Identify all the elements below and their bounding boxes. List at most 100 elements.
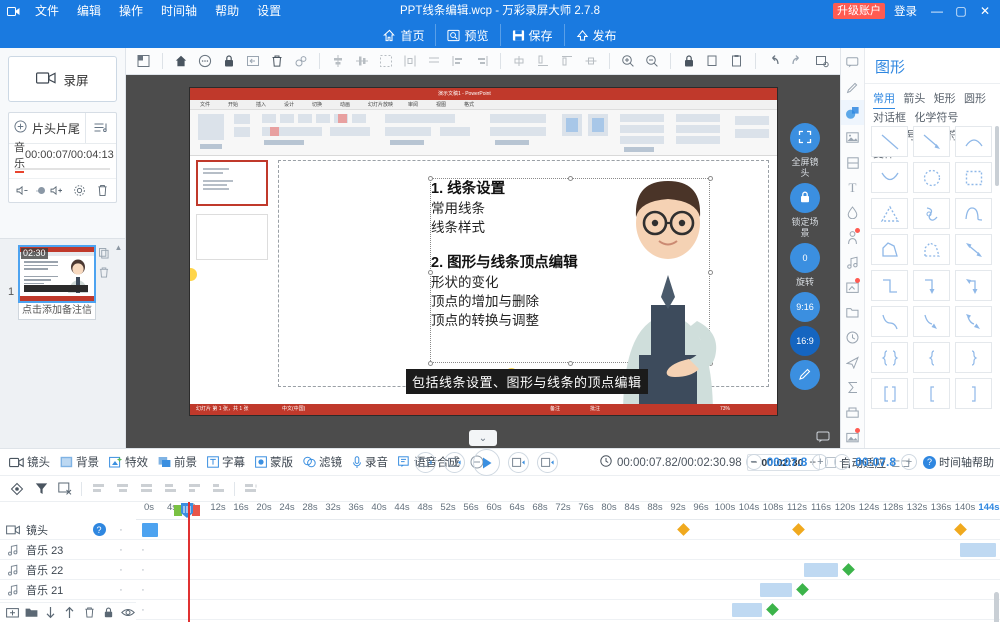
track-add-background[interactable]: 背景 — [55, 454, 104, 470]
edit-pen-button[interactable] — [790, 360, 820, 390]
shape-circle-dashed[interactable] — [913, 162, 950, 193]
tab-common[interactable]: 常用 — [873, 91, 895, 109]
filter-icon[interactable] — [29, 479, 53, 499]
keyframe[interactable] — [677, 523, 690, 536]
tab-chemistry[interactable]: 化学符号 — [914, 110, 958, 127]
distribute-list-icon[interactable] — [239, 479, 263, 499]
box-icon[interactable] — [841, 400, 864, 425]
align-list-5-icon[interactable] — [182, 479, 206, 499]
shape-arc-down[interactable] — [871, 162, 908, 193]
distribute-h-icon[interactable] — [579, 50, 603, 72]
shape-curve-double-arrow[interactable] — [955, 306, 992, 337]
align-right-icon[interactable] — [470, 50, 494, 72]
track-lane[interactable] — [136, 560, 1000, 579]
audio-clip[interactable] — [732, 603, 762, 617]
timeline-help-button[interactable]: ? 时间轴帮助 — [923, 454, 994, 470]
shape-brace-right[interactable] — [955, 342, 992, 373]
shape-arc-up[interactable] — [955, 126, 992, 157]
trash-icon[interactable] — [93, 181, 112, 200]
volume-up-icon[interactable] — [47, 181, 66, 200]
keyframe[interactable] — [796, 583, 809, 596]
text-icon[interactable]: T — [841, 175, 864, 200]
copy-icon[interactable] — [701, 50, 725, 72]
keyframe-icon[interactable] — [5, 479, 29, 499]
track-help-icon[interactable]: ? — [88, 523, 110, 536]
publish-button[interactable]: 发布 — [563, 24, 628, 46]
gear-icon[interactable] — [70, 181, 89, 200]
shape-elbow-1[interactable] — [871, 270, 908, 301]
shape-brace-pair[interactable] — [871, 342, 908, 373]
track-add-effects[interactable]: 特效 — [104, 454, 153, 470]
shape-brace-left[interactable] — [913, 342, 950, 373]
shape-wave[interactable] — [955, 198, 992, 229]
pencil-icon[interactable] — [841, 75, 864, 100]
record-screen-button[interactable]: 录屏 — [8, 56, 117, 102]
tab-arrow[interactable]: 箭头 — [903, 91, 925, 108]
menu-item-edit[interactable]: 编辑 — [68, 0, 110, 22]
character-icon[interactable] — [841, 225, 864, 250]
next-frame-button[interactable] — [508, 452, 529, 473]
zoom-in-icon[interactable] — [616, 50, 640, 72]
add-scene-icon[interactable] — [4, 604, 20, 621]
track-add-recording[interactable]: 录音 — [347, 454, 393, 470]
track-list-scrollbar[interactable] — [994, 592, 999, 622]
refresh-icon[interactable] — [810, 50, 834, 72]
subtitle-text[interactable]: 包括线条设置、图形与线条的顶点编辑 — [406, 369, 648, 394]
menu-item-operate[interactable]: 操作 — [110, 0, 152, 22]
align-list-2-icon[interactable] — [110, 479, 134, 499]
comment-icon[interactable] — [816, 431, 830, 446]
shape-triangle-dashed[interactable] — [871, 198, 908, 229]
align-list-1-icon[interactable] — [86, 479, 110, 499]
play-button[interactable] — [473, 449, 500, 476]
maximize-button[interactable]: ▢ — [950, 0, 972, 22]
menu-item-settings[interactable]: 设置 — [248, 0, 290, 22]
music-icon[interactable] — [841, 250, 864, 275]
shape-scribble[interactable] — [913, 198, 950, 229]
track-add-camera[interactable]: 镜头 — [4, 454, 55, 470]
shape-bracket-left[interactable] — [913, 378, 950, 409]
shape-freeform[interactable] — [871, 234, 908, 265]
track-lane[interactable] — [136, 600, 1000, 619]
volume-down-icon[interactable] — [13, 181, 32, 200]
align-center-v-icon[interactable] — [326, 50, 350, 72]
ellipsis-circle-icon[interactable] — [193, 50, 217, 72]
tab-rectangle[interactable]: 矩形 — [934, 91, 956, 108]
slide-list-scrollbar[interactable]: ▲ — [114, 243, 123, 444]
shape-curve-arrow[interactable] — [913, 306, 950, 337]
shape-grid-scrollbar[interactable] — [995, 126, 999, 186]
gallery-icon[interactable] — [841, 425, 864, 450]
align-list-4-icon[interactable] — [158, 479, 182, 499]
duplicate-slide-icon[interactable] — [99, 248, 109, 262]
tab-dialog[interactable]: 对话框 — [873, 110, 906, 127]
track-lane[interactable] — [136, 540, 1000, 559]
slide-canvas[interactable]: 演示文稿1 - PowerPoint 文件 开始 插入 设计 切换 动画 幻灯片… — [190, 88, 777, 415]
menu-bar[interactable]: 文件 编辑 操作 时间轴 帮助 设置 — [26, 0, 290, 22]
audio-clip[interactable] — [804, 563, 838, 577]
collapse-stage-button[interactable]: ⌄ — [469, 430, 497, 446]
formula-icon[interactable] — [841, 375, 864, 400]
timeline-zoom-2[interactable]: − 00:07.8 + — [834, 454, 917, 470]
ratio-16-9-button[interactable]: 16:9 — [790, 326, 820, 356]
list-item[interactable]: 1 02:30 点击添加备注信息 — [0, 239, 125, 320]
align-bottom-icon[interactable] — [531, 50, 555, 72]
align-list-6-icon[interactable] — [206, 479, 230, 499]
clear-selection-icon[interactable] — [53, 479, 77, 499]
menu-item-file[interactable]: 文件 — [26, 0, 68, 22]
track-lane[interactable] — [136, 580, 1000, 599]
track-add-foreground[interactable]: 前景 — [153, 454, 202, 470]
lock-scene-button[interactable] — [790, 183, 820, 213]
audio-clip[interactable] — [760, 583, 792, 597]
align-middle-icon[interactable] — [507, 50, 531, 72]
lock-icon[interactable] — [100, 604, 116, 621]
shapes-icon[interactable] — [841, 100, 864, 125]
zoom1-minus[interactable]: − — [745, 454, 762, 470]
track-add-mask[interactable]: 蒙版 — [250, 454, 298, 470]
trash-icon[interactable] — [81, 604, 97, 621]
shape-elbow-arrow-2[interactable] — [955, 270, 992, 301]
shape-rect-dashed[interactable] — [955, 162, 992, 193]
table-row[interactable]: 音乐 23 · · — [0, 540, 1000, 560]
align-justify-icon[interactable] — [555, 50, 579, 72]
timeline-zoom-1[interactable]: − 00:07.8 + — [745, 454, 829, 470]
tab-circle[interactable]: 圆形 — [964, 91, 986, 108]
zoom2-minus[interactable]: − — [834, 454, 851, 470]
